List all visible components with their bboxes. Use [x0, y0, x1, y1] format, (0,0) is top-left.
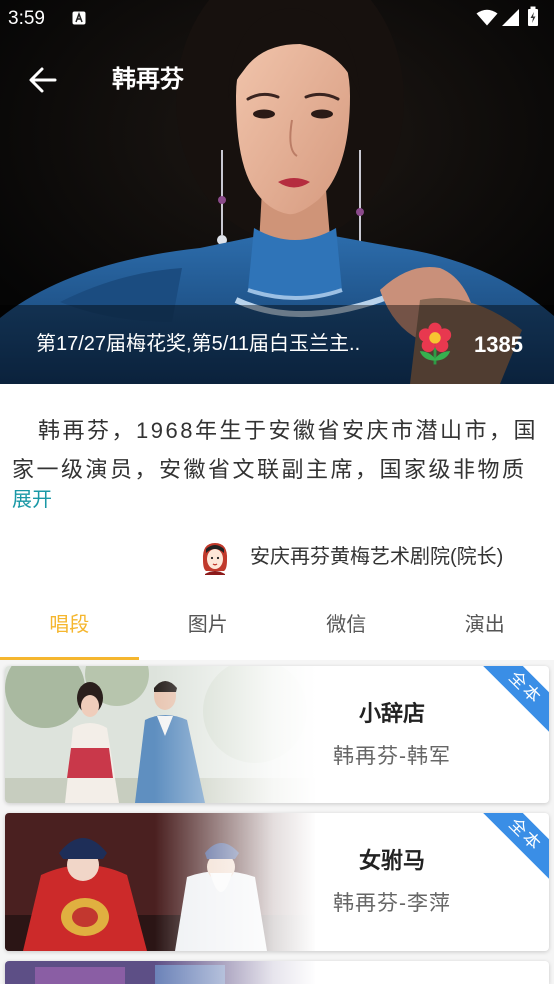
- song-card[interactable]: [5, 961, 549, 984]
- honors-text[interactable]: 第17/27届梅花奖,第5/11届白玉兰主..: [36, 331, 406, 357]
- tab-label: 唱段: [49, 614, 90, 636]
- song-title: 小辞店: [358, 701, 425, 726]
- tab-arias[interactable]: 唱段: [0, 590, 139, 660]
- honors-strip: 第17/27届梅花奖,第5/11届白玉兰主.. 1385: [0, 305, 554, 384]
- tab-bar: 唱段 图片 微信 演出: [0, 590, 554, 660]
- tab-label: 演出: [464, 614, 505, 636]
- affiliation-text[interactable]: 安庆再芬黄梅艺术剧院(院长): [250, 544, 503, 570]
- song-title: 女驸马: [358, 848, 425, 873]
- song-card[interactable]: 女驸马 韩再芬-李萍 全本: [5, 813, 549, 951]
- status-time: 3:59: [8, 8, 45, 29]
- status-bar: 3:59: [0, 0, 554, 38]
- cover-fade: [5, 666, 317, 803]
- song-performers: 韩再芬-韩军: [333, 745, 451, 768]
- signal-icon: [502, 9, 519, 26]
- song-card[interactable]: 小辞店 韩再芬-韩军 全本: [5, 666, 549, 803]
- tab-wechat[interactable]: 微信: [277, 590, 416, 660]
- notification-a-icon: [72, 11, 86, 25]
- tab-label: 图片: [187, 614, 228, 636]
- flower-icon[interactable]: [416, 322, 454, 367]
- expand-link[interactable]: 展开: [12, 487, 52, 513]
- tab-performances[interactable]: 演出: [416, 590, 554, 660]
- cover-fade: [5, 813, 317, 951]
- tab-label: 微信: [326, 614, 367, 636]
- arrow-left-icon: [29, 67, 57, 93]
- song-list[interactable]: 小辞店 韩再芬-韩军 全本 女驸马 韩再芬-李萍 全本: [0, 660, 554, 984]
- bio-text: 韩再芬，1968年生于安徽省安庆市潜山市，国家一级演员，安徽省文联副主席，国家级…: [12, 418, 538, 482]
- song-performers: 韩再芬-李萍: [333, 892, 451, 915]
- cover-fade: [5, 961, 317, 984]
- avatar[interactable]: [197, 539, 233, 575]
- flower-count: 1385: [474, 332, 523, 357]
- battery-icon: [528, 6, 538, 26]
- wifi-icon: [476, 9, 498, 26]
- back-button[interactable]: [28, 66, 58, 94]
- tab-photos[interactable]: 图片: [139, 590, 278, 660]
- hero-banner: 3:59 韩再芬 第17/27届梅花奖,第5/11届白玉兰主.. 1385: [0, 0, 554, 384]
- page-title: 韩再芬: [112, 66, 184, 93]
